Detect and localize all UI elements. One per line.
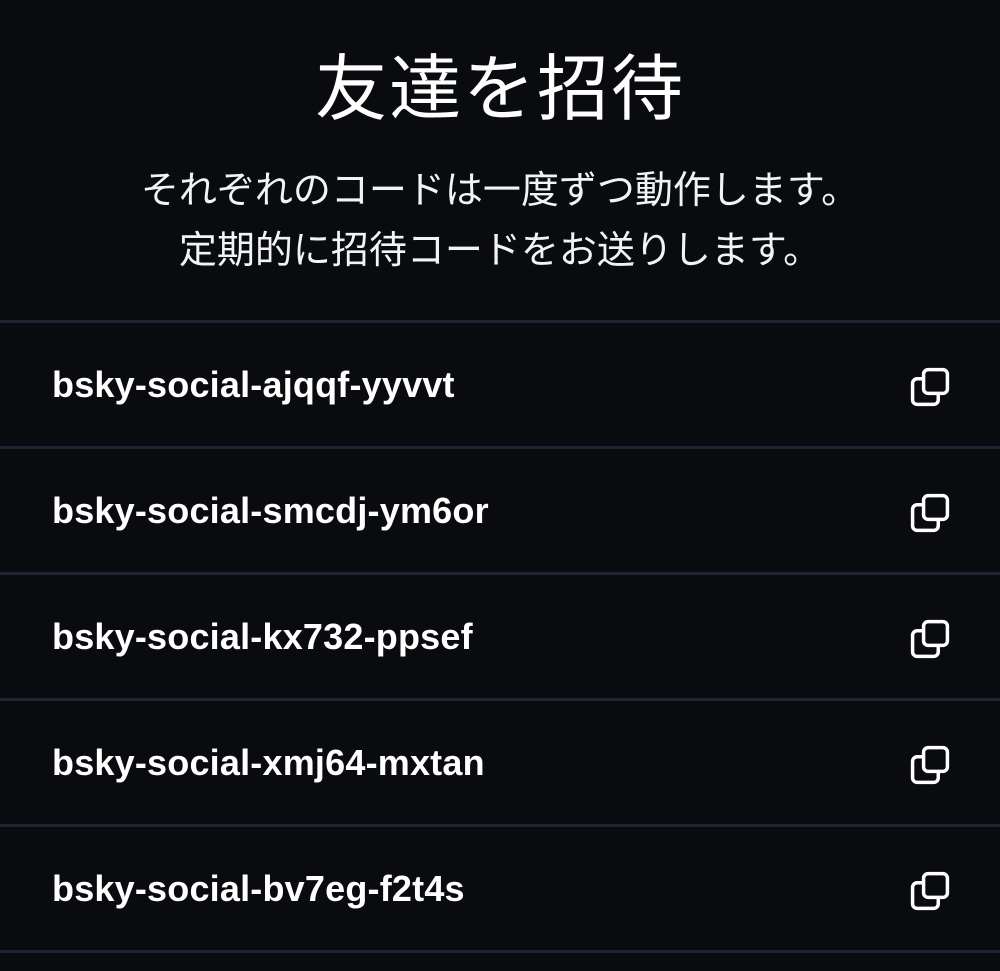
invite-code-row[interactable]: bsky-social-smcdj-ym6or (0, 449, 1000, 575)
copy-icon[interactable] (908, 365, 952, 409)
invite-code-row[interactable]: bsky-social-kx732-ppsef (0, 575, 1000, 701)
copy-icon[interactable] (908, 869, 952, 913)
page-title: 友達を招待 (314, 47, 685, 131)
copy-icon[interactable] (908, 617, 952, 661)
invite-code-list: bsky-social-ajqqf-yyvvt bsky-social-smcd… (0, 320, 1000, 953)
invite-code-text: bsky-social-ajqqf-yyvvt (52, 364, 455, 405)
invite-header: 友達を招待 それぞれのコードは一度ずつ動作します。 定期的に招待コードをお送りし… (0, 0, 1000, 322)
description-line-1: それぞれのコードは一度ずつ動作します。 (140, 168, 860, 212)
invite-code-text: bsky-social-bv7eg-f2t4s (52, 868, 465, 909)
invite-code-text: bsky-social-smcdj-ym6or (52, 490, 489, 531)
invite-code-row[interactable]: bsky-social-ajqqf-yyvvt (0, 323, 1000, 449)
invite-description: それぞれのコードは一度ずつ動作します。 定期的に招待コードをお送りします。 (0, 160, 1000, 280)
invite-code-row[interactable]: bsky-social-xmj64-mxtan (0, 701, 1000, 827)
description-line-2: 定期的に招待コードをお送りします。 (178, 228, 822, 272)
invite-code-text: bsky-social-xmj64-mxtan (52, 742, 485, 783)
copy-icon[interactable] (908, 491, 952, 535)
copy-icon[interactable] (908, 743, 952, 787)
invite-code-text: bsky-social-kx732-ppsef (52, 616, 473, 657)
invite-code-row[interactable]: bsky-social-bv7eg-f2t4s (0, 827, 1000, 953)
